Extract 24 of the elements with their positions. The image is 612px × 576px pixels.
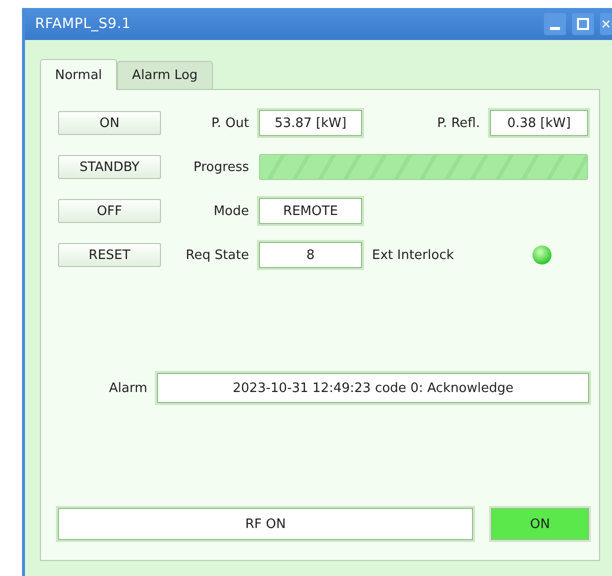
maximize-icon[interactable] (572, 13, 594, 35)
tab[interactable]: Alarm Log (117, 61, 213, 89)
field-label: P. Out (211, 116, 249, 130)
command-button[interactable]: OFF (58, 199, 161, 223)
value-field: 8 (259, 242, 362, 268)
field-label: P. Refl. (437, 116, 480, 130)
window-title: RFAMPL_S9.1 (35, 16, 132, 32)
status-indicator: ON (491, 508, 589, 540)
value-field: REMOTE (259, 198, 362, 224)
close-icon[interactable] (600, 13, 612, 35)
command-button[interactable]: STANDBY (58, 155, 161, 179)
field-label: Ext Interlock (372, 248, 454, 262)
value-field: 53.87 [kW] (259, 110, 362, 136)
minimize-icon[interactable] (544, 13, 566, 35)
command-button[interactable]: ON (58, 111, 161, 135)
status-field: RF ON (58, 508, 473, 540)
alarm-field: 2023-10-31 12:49:23 code 0: Acknowledge (157, 373, 589, 403)
value-field: 0.38 [kW] (490, 110, 588, 136)
field-label: Req State (186, 248, 249, 262)
alarm-label: Alarm (109, 380, 148, 396)
tab[interactable]: Normal (40, 59, 118, 90)
field-label: Mode (214, 204, 249, 218)
command-button[interactable]: RESET (58, 243, 161, 267)
field-label: Progress (194, 160, 249, 174)
